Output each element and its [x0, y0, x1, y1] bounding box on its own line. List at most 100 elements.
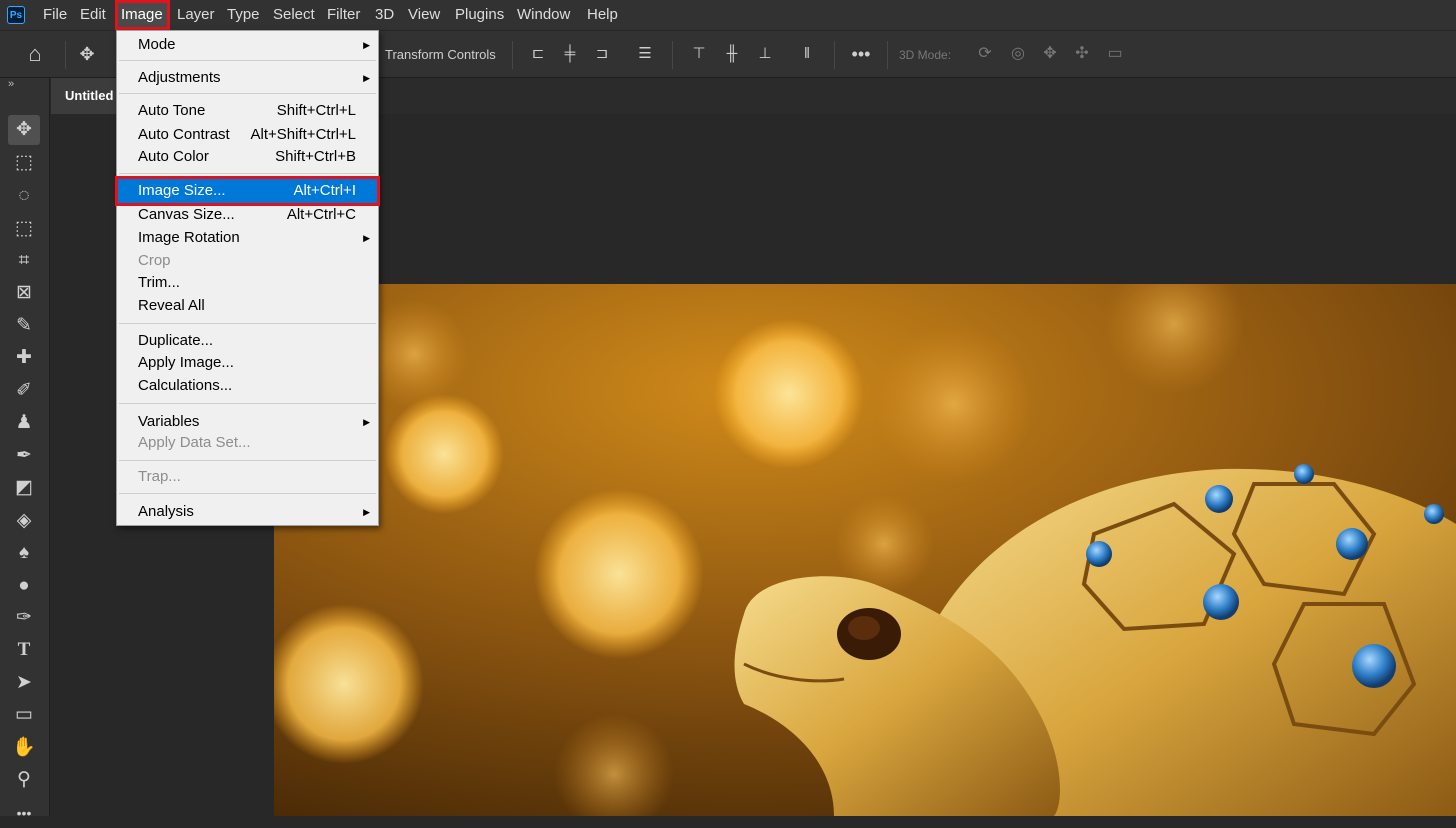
menu-item-shortcut: Shift+Ctrl+B: [275, 148, 356, 165]
more-options-icon[interactable]: •••: [848, 41, 874, 67]
align-left-icon[interactable]: ⊏: [525, 41, 551, 67]
more-tools-icon[interactable]: •••: [8, 798, 40, 828]
paint-bucket-tool-icon[interactable]: ◈: [8, 506, 40, 536]
object-selection-tool-icon[interactable]: ⬚: [8, 214, 40, 244]
menu-item-duplicate[interactable]: Duplicate...: [117, 330, 378, 352]
tools-panel: » ✥ ⬚ ◌ ⬚ ⌗ ⊠ ✎ ✚ ✐ ♟ ✒ ◩ ◈ ♠ ● ✑ T ➤ ▭ …: [0, 78, 50, 821]
menu-separator: [119, 60, 376, 61]
expand-panel-icon[interactable]: »: [8, 78, 14, 90]
menu-item-label: Canvas Size...: [138, 206, 235, 223]
menu-item-trap: Trap...: [117, 466, 378, 488]
menu-item-trim[interactable]: Trim...: [117, 272, 378, 294]
3d-roll-icon[interactable]: ◎: [1005, 41, 1031, 67]
submenu-arrow-icon: ▶: [363, 233, 370, 243]
menu-item-image-rotation[interactable]: Image Rotation ▶: [117, 227, 378, 249]
3d-slide-icon[interactable]: ✣: [1069, 41, 1095, 67]
home-icon[interactable]: ⌂: [22, 41, 48, 67]
menu-select[interactable]: Select: [269, 0, 319, 30]
dodge-tool-icon[interactable]: ●: [8, 571, 40, 601]
menu-item-label: Apply Data Set...: [138, 434, 251, 451]
menu-item-reveal-all[interactable]: Reveal All: [117, 295, 378, 317]
divider: [834, 41, 835, 69]
menu-item-shortcut: Shift+Ctrl+L: [276, 102, 356, 119]
distribute-vertical-icon[interactable]: ‖: [794, 41, 820, 67]
menu-filter[interactable]: Filter: [323, 0, 364, 30]
path-selection-tool-icon[interactable]: ➤: [8, 668, 40, 698]
menu-bar: Ps File Edit Image Layer Type Select Fil…: [0, 0, 1456, 30]
menu-item-label: Reveal All: [138, 297, 205, 314]
menu-item-variables[interactable]: Variables ▶: [117, 411, 378, 433]
hand-tool-icon[interactable]: ✋: [8, 733, 40, 763]
menu-item-canvas-size[interactable]: Canvas Size... Alt+Ctrl+C: [117, 204, 378, 226]
menu-item-label: Trap...: [138, 468, 181, 485]
healing-brush-tool-icon[interactable]: ✚: [8, 343, 40, 373]
align-right-icon[interactable]: ⊐: [589, 41, 615, 67]
menu-item-shortcut: Alt+Shift+Ctrl+L: [250, 126, 356, 143]
rectangle-tool-icon[interactable]: ▭: [8, 700, 40, 730]
menu-layer[interactable]: Layer: [173, 0, 219, 30]
menu-separator: [119, 93, 376, 94]
menu-edit[interactable]: Edit: [76, 0, 110, 30]
3d-orbit-icon[interactable]: ⟳: [972, 41, 998, 67]
menu-view[interactable]: View: [404, 0, 444, 30]
submenu-arrow-icon: ▶: [363, 507, 370, 517]
menu-item-label: Auto Color: [138, 148, 209, 165]
menu-item-adjustments[interactable]: Adjustments ▶: [117, 67, 378, 89]
eraser-tool-icon[interactable]: ◩: [8, 473, 40, 503]
move-tool-icon[interactable]: ✥: [8, 115, 40, 145]
submenu-arrow-icon: ▶: [363, 417, 370, 427]
menu-item-label: Analysis: [138, 503, 194, 520]
align-top-icon[interactable]: ⊤: [686, 41, 712, 67]
menu-item-label: Crop: [138, 252, 171, 269]
image-menu-dropdown: Mode ▶ Adjustments ▶ Auto Tone Shift+Ctr…: [116, 30, 379, 526]
menu-item-label: Apply Image...: [138, 354, 234, 371]
divider: [65, 41, 66, 69]
menu-3d[interactable]: 3D: [371, 0, 398, 30]
menu-item-crop: Crop: [117, 250, 378, 272]
menu-item-label: Mode: [138, 36, 176, 53]
menu-item-calculations[interactable]: Calculations...: [117, 375, 378, 397]
zoom-tool-icon[interactable]: ⚲: [8, 765, 40, 795]
menu-item-auto-color[interactable]: Auto Color Shift+Ctrl+B: [117, 146, 378, 168]
3d-pan-icon[interactable]: ✥: [1037, 41, 1063, 67]
3d-mode-label: 3D Mode:: [899, 48, 952, 62]
menu-item-apply-data-set: Apply Data Set...: [117, 432, 378, 454]
marquee-tool-icon[interactable]: ⬚: [8, 148, 40, 178]
menu-separator: [119, 403, 376, 404]
history-brush-tool-icon[interactable]: ✒: [8, 441, 40, 471]
menu-item-label: Image Rotation: [138, 229, 240, 246]
divider: [512, 41, 513, 69]
menu-item-label: Variables: [138, 413, 200, 430]
menu-item-auto-tone[interactable]: Auto Tone Shift+Ctrl+L: [117, 100, 378, 122]
brush-tool-icon[interactable]: ✐: [8, 376, 40, 406]
eyedropper-tool-icon[interactable]: ✎: [8, 311, 40, 341]
menu-help[interactable]: Help: [583, 0, 622, 30]
frame-tool-icon[interactable]: ⊠: [8, 278, 40, 308]
move-tool-icon[interactable]: ✥: [74, 41, 100, 67]
menu-item-analysis[interactable]: Analysis ▶: [117, 501, 378, 523]
menu-file[interactable]: File: [39, 0, 71, 30]
divider: [672, 41, 673, 69]
3d-scale-icon[interactable]: ▭: [1102, 41, 1128, 67]
blur-tool-icon[interactable]: ♠: [8, 538, 40, 568]
pen-tool-icon[interactable]: ✑: [8, 603, 40, 633]
clone-stamp-tool-icon[interactable]: ♟: [8, 408, 40, 438]
menu-separator: [119, 173, 376, 174]
menu-window[interactable]: Window: [513, 0, 574, 30]
menu-type[interactable]: Type: [223, 0, 264, 30]
type-tool-icon[interactable]: T: [8, 635, 40, 665]
menu-item-apply-image[interactable]: Apply Image...: [117, 352, 378, 374]
menu-image[interactable]: Image: [115, 0, 170, 30]
menu-item-mode[interactable]: Mode ▶: [117, 34, 378, 56]
menu-item-auto-contrast[interactable]: Auto Contrast Alt+Shift+Ctrl+L: [117, 124, 378, 146]
menu-item-label: Adjustments: [138, 69, 221, 86]
align-middle-icon[interactable]: ╫: [719, 41, 745, 67]
distribute-icon[interactable]: ☰: [632, 41, 658, 67]
align-center-icon[interactable]: ╪: [557, 41, 583, 67]
crop-tool-icon[interactable]: ⌗: [8, 246, 40, 276]
lasso-tool-icon[interactable]: ◌: [8, 181, 40, 211]
menu-plugins[interactable]: Plugins: [451, 0, 508, 30]
menu-item-label: Calculations...: [138, 377, 233, 394]
align-bottom-icon[interactable]: ⊥: [752, 41, 778, 67]
transform-controls-label[interactable]: Transform Controls: [385, 31, 496, 79]
